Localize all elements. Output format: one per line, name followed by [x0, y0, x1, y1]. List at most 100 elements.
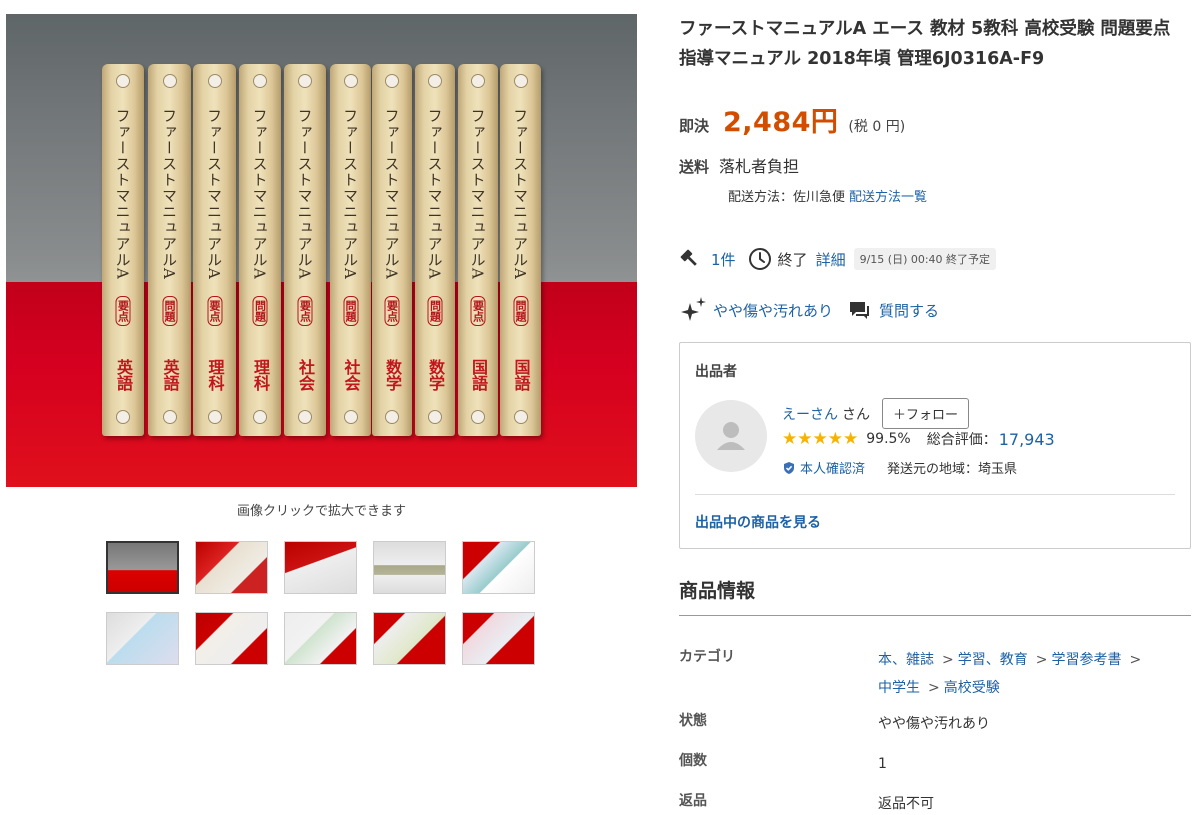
- star-icon: ★: [797, 429, 813, 449]
- category-link-3[interactable]: 学習参考書: [1051, 652, 1121, 668]
- thumbnail-3[interactable]: [284, 541, 357, 594]
- star-icon: ★: [782, 429, 798, 449]
- binder-type: 問題: [252, 296, 268, 326]
- binder-hole: [116, 410, 130, 424]
- seller-panel: 出品者 えーさん さん ＋フォロー ★★★★★ 99.5% 総合評価： 17,9…: [679, 342, 1191, 549]
- binder-hole: [207, 410, 222, 424]
- binder-hole: [207, 74, 222, 88]
- binder-subject: 社会: [296, 359, 315, 391]
- thumbnail-2[interactable]: [195, 541, 268, 594]
- seller-honorific: さん: [842, 406, 870, 423]
- binder-hole: [385, 410, 399, 424]
- thumbnail-6[interactable]: [106, 612, 179, 665]
- rating-percent: 99.5%: [866, 431, 911, 447]
- thumbnail-5[interactable]: [462, 541, 535, 594]
- category-link-4[interactable]: 中学生: [878, 680, 920, 696]
- star-icon: ★: [827, 429, 843, 449]
- enlarge-caption: 画像クリックで拡大できます: [236, 504, 406, 519]
- verify-row: 本人確認済 発送元の地域：埼玉県: [782, 458, 1017, 477]
- binder-hole: [513, 410, 528, 424]
- user-placeholder-icon: [717, 422, 745, 450]
- item-title: ファーストマニュアルA エース 教材 5教科 高校受験 問題要点 指導マニュアル…: [679, 19, 1171, 69]
- seller-listings-link[interactable]: 出品中の商品を見る: [695, 512, 821, 532]
- binder-hole: [162, 410, 177, 424]
- bid-count-link[interactable]: 1件: [711, 249, 736, 270]
- binder-title: ファーストマニュアルA: [468, 108, 487, 280]
- shipping-methods-link[interactable]: 配送方法一覧: [849, 190, 927, 205]
- star-icon: ★: [812, 429, 828, 449]
- thumbnail-8[interactable]: [284, 612, 357, 665]
- shipping-label: 送料: [679, 158, 710, 176]
- condition-link[interactable]: やや傷や汚れあり: [713, 300, 833, 321]
- chevron-right-icon: >: [1035, 652, 1048, 668]
- binder-title: ファーストマニュアルA: [160, 108, 178, 280]
- thumbnail-1[interactable]: [106, 541, 179, 594]
- binder-spine: ファーストマニュアルA 要点 国語: [458, 64, 498, 436]
- chevron-right-icon: >: [942, 652, 954, 668]
- thumbnail-9[interactable]: [373, 612, 446, 665]
- condition-value-link[interactable]: やや傷や汚れあり: [878, 710, 1191, 738]
- binder-hole: [471, 74, 485, 88]
- binder-title: ファーストマニュアルA: [205, 108, 223, 280]
- price-row: 即決 2,484円 (税 0 円): [679, 100, 905, 139]
- seller-name-link[interactable]: えーさん: [782, 404, 838, 424]
- category-breadcrumb: 本、雑誌 > 学習、教育 > 学習参考書 > 中学生 > 高校受験: [878, 646, 1191, 702]
- shipping-value: 落札者負担: [719, 157, 800, 176]
- follow-button[interactable]: ＋フォロー: [882, 398, 970, 429]
- binder-hole: [298, 410, 312, 424]
- binder-subject: 国語: [469, 359, 488, 391]
- shipping-method-text: 配送方法：佐川急便: [728, 190, 846, 205]
- binder-hole: [343, 410, 358, 424]
- spec-label: カテゴリ: [679, 649, 735, 665]
- gavel-icon: [680, 249, 697, 266]
- total-rating-link[interactable]: 17,943: [999, 430, 1055, 449]
- binder-type: 要点: [297, 296, 313, 326]
- total-rating-label: 総合評価：: [926, 432, 997, 448]
- tax-note: (税 0 円): [848, 119, 906, 135]
- category-link-1[interactable]: 本、雑誌: [878, 652, 934, 668]
- category-link-2[interactable]: 学習、教育: [958, 652, 1028, 668]
- main-product-image[interactable]: ファーストマニュアルA 要点 英語 ファーストマニュアルA 問題 英語 ファーストマニュアル…: [6, 14, 637, 487]
- divider: [695, 494, 1175, 495]
- binder-type: 要点: [115, 296, 131, 326]
- binder-title: ファーストマニュアルA: [250, 108, 269, 280]
- binder-type: 問題: [343, 296, 358, 326]
- binder-hole: [428, 410, 442, 424]
- binder-hole: [471, 410, 485, 424]
- thumbnail-4[interactable]: [373, 541, 446, 594]
- detail-link[interactable]: 詳細: [816, 249, 846, 270]
- star-icon: ★: [843, 429, 859, 449]
- binder-title: ファーストマニュアルA: [511, 108, 529, 280]
- binder-subject: 社会: [341, 359, 361, 391]
- ask-question-link[interactable]: 質問する: [879, 300, 939, 321]
- chevron-right-icon: >: [1129, 652, 1142, 668]
- seller-header: 出品者: [695, 364, 737, 380]
- category-link-5[interactable]: 高校受験: [944, 680, 1000, 696]
- binder-hole: [253, 74, 267, 88]
- binder-type: 問題: [162, 296, 177, 326]
- thumbnail-10[interactable]: [462, 612, 535, 665]
- binder-hole: [513, 74, 528, 88]
- binder-subject: 英語: [114, 359, 133, 391]
- spec-label: 返品: [679, 793, 707, 809]
- binder-spine: ファーストマニュアルA 要点 数学: [372, 64, 412, 436]
- return-value: 返品不可: [878, 796, 934, 812]
- avatar[interactable]: [695, 400, 767, 472]
- binder-title: ファーストマニュアルA: [113, 108, 132, 280]
- chat-icon: [850, 302, 870, 319]
- binder-spine: ファーストマニュアルA 問題英語: [148, 64, 191, 436]
- spec-label: 個数: [679, 753, 707, 769]
- binder-hole: [428, 74, 442, 88]
- binder-spine: ファーストマニュアルA 問題 社会: [330, 64, 371, 436]
- binder-subject: 理科: [205, 359, 225, 391]
- divider: [679, 615, 1191, 616]
- binder-subject: 英語: [160, 359, 180, 391]
- binder-spine: ファーストマニュアルA 要点 社会: [284, 64, 326, 436]
- price-label: 即決: [679, 117, 710, 135]
- binder-hole: [162, 74, 177, 88]
- binder-subject: 数学: [426, 359, 445, 391]
- bid-row: 1件 終了 詳細 9/15 (日) 00:40 終了予定: [679, 247, 997, 271]
- thumbnail-7[interactable]: [195, 612, 268, 665]
- star-rating: ★★★★★: [782, 429, 858, 449]
- binder-spine: ファーストマニュアルA 問題 国語: [500, 64, 541, 436]
